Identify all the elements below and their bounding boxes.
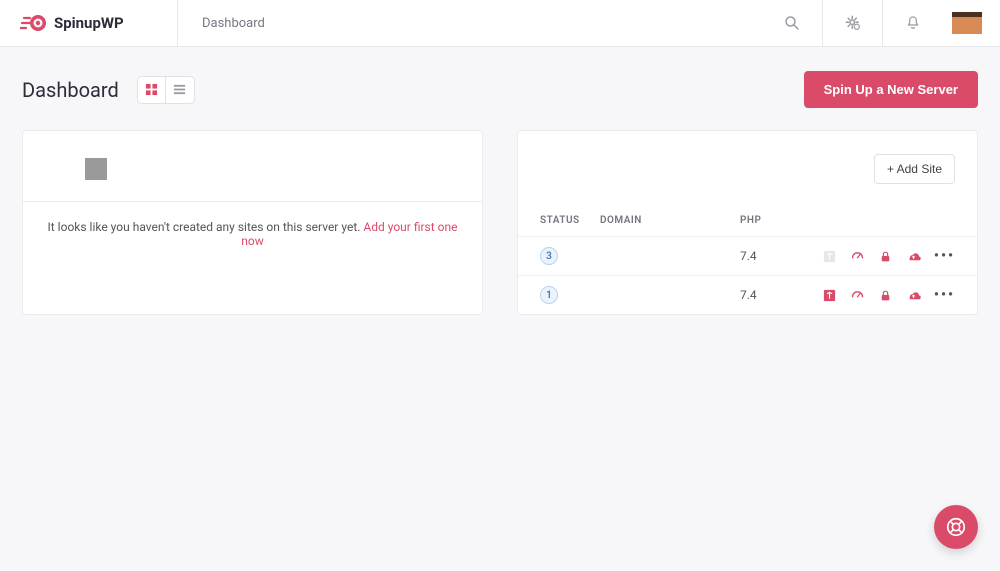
spin-up-server-button[interactable]: Spin Up a New Server: [804, 71, 978, 108]
status-badge: 1: [540, 286, 558, 304]
breadcrumb[interactable]: Dashboard: [178, 0, 762, 46]
server-thumb: [85, 158, 107, 180]
cache-icon[interactable]: [850, 288, 865, 303]
gear-icon: [844, 14, 862, 32]
column-domain: DOMAIN: [600, 215, 740, 226]
column-php: PHP: [740, 215, 820, 226]
page-title: Dashboard: [22, 78, 119, 102]
add-site-button[interactable]: + Add Site: [874, 154, 955, 184]
settings-button[interactable]: [822, 0, 882, 46]
site-php: 7.4: [740, 249, 820, 263]
git-icon[interactable]: [822, 249, 837, 264]
more-button[interactable]: •••: [934, 287, 955, 303]
backup-icon[interactable]: [906, 249, 921, 264]
status-badge: 3: [540, 247, 558, 265]
app-header: SpinupWP Dashboard: [0, 0, 1000, 47]
logo-icon: [20, 12, 48, 34]
server-card: It looks like you haven't created any si…: [22, 130, 483, 315]
site-row[interactable]: 3 7.4 •••: [518, 236, 977, 275]
notifications-button[interactable]: [882, 0, 942, 46]
grid-icon: [145, 83, 158, 96]
server-card-header: + Add Site: [518, 131, 977, 201]
lock-icon[interactable]: [878, 288, 893, 303]
page-header: Dashboard Spin Up a New Server: [0, 47, 1000, 130]
site-php: 7.4: [740, 288, 820, 302]
row-actions: •••: [820, 248, 955, 264]
lifebuoy-icon: [945, 516, 967, 538]
logo[interactable]: SpinupWP: [0, 0, 178, 46]
bell-icon: [905, 14, 921, 32]
server-cards: It looks like you haven't created any si…: [0, 130, 1000, 315]
view-grid-button[interactable]: [138, 77, 166, 103]
logo-text: SpinupWP: [54, 14, 124, 32]
row-actions: •••: [820, 287, 955, 303]
column-status: STATUS: [540, 215, 600, 226]
server-card-header: [23, 131, 482, 201]
view-list-button[interactable]: [166, 77, 194, 103]
lock-icon[interactable]: [878, 249, 893, 264]
view-toggle: [137, 76, 195, 104]
backup-icon[interactable]: [906, 288, 921, 303]
avatar[interactable]: [952, 12, 982, 34]
search-icon: [783, 14, 801, 32]
breadcrumb-text: Dashboard: [202, 16, 265, 31]
list-icon: [173, 83, 186, 96]
search-button[interactable]: [762, 0, 822, 46]
header-actions: [762, 0, 1000, 46]
sites-table-header: STATUS DOMAIN PHP: [518, 201, 977, 236]
help-button[interactable]: [934, 505, 978, 549]
empty-state-text: It looks like you haven't created any si…: [48, 220, 361, 234]
empty-state: It looks like you haven't created any si…: [23, 202, 482, 270]
git-icon[interactable]: [822, 288, 837, 303]
server-card: + Add Site STATUS DOMAIN PHP 3 7.4 ••• 1: [517, 130, 978, 315]
cache-icon[interactable]: [850, 249, 865, 264]
more-button[interactable]: •••: [934, 248, 955, 264]
site-row[interactable]: 1 7.4 •••: [518, 275, 977, 314]
